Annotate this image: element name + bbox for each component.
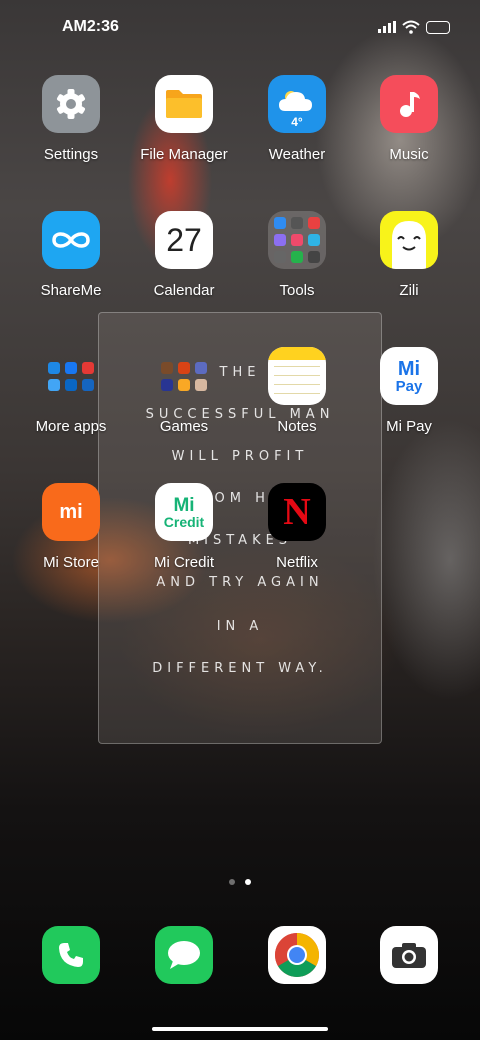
folder-games[interactable]: Games — [129, 347, 239, 435]
netflix-icon: N — [268, 483, 326, 541]
infinity-icon — [42, 211, 100, 269]
app-label: Mi Store — [43, 554, 99, 571]
folder-preview-icon — [268, 211, 326, 269]
page-dot[interactable] — [229, 879, 235, 885]
app-label: Calendar — [153, 282, 215, 299]
camera-icon — [380, 926, 438, 984]
app-label: Notes — [277, 418, 317, 435]
netflix-logo: N — [283, 491, 311, 533]
dock-chrome[interactable] — [242, 926, 352, 984]
cloud-icon: 4° — [268, 75, 326, 133]
quote-line: IN A — [216, 619, 264, 634]
mi-pay-logo-top: Mi — [397, 357, 421, 380]
app-zili[interactable]: Zili — [354, 211, 464, 299]
mi-logo: mi — [59, 500, 83, 523]
app-label: Weather — [268, 146, 326, 163]
quote-line: DIFFERENT WAY. — [152, 661, 328, 676]
mi-credit-logo-top: Mi — [173, 494, 195, 516]
app-label: File Manager — [140, 146, 228, 163]
wifi-icon — [402, 20, 420, 34]
folder-icon — [155, 75, 213, 133]
app-weather[interactable]: 4° Weather — [242, 75, 352, 163]
home-gesture-bar[interactable] — [152, 1027, 328, 1031]
weather-temperature: 4° — [291, 115, 303, 129]
app-settings[interactable]: Settings — [16, 75, 126, 163]
app-label: Netflix — [276, 554, 318, 571]
calendar-day: 27 — [166, 221, 202, 258]
app-netflix[interactable]: N Netflix — [242, 483, 352, 571]
folder-more-apps[interactable]: More apps — [16, 347, 126, 435]
app-label: ShareMe — [40, 282, 102, 299]
mi-credit-icon: Mi Credit — [155, 483, 213, 541]
app-mi-store[interactable]: mi Mi Store — [16, 483, 126, 571]
app-file-manager[interactable]: File Manager — [129, 75, 239, 163]
dock-messages[interactable] — [129, 926, 239, 984]
app-label: Tools — [279, 282, 315, 299]
app-music[interactable]: Music — [354, 75, 464, 163]
settings-icon — [42, 75, 100, 133]
folder-tools[interactable]: Tools — [242, 211, 352, 299]
app-label: Games — [159, 418, 209, 435]
app-mi-credit[interactable]: Mi Credit Mi Credit — [129, 483, 239, 571]
app-label: Zili — [399, 282, 419, 299]
quote-line: AND TRY AGAIN — [156, 575, 324, 590]
app-label: More apps — [35, 418, 107, 435]
mi-pay-icon: Mi Pay — [380, 347, 438, 405]
chrome-icon — [268, 926, 326, 984]
music-note-icon — [380, 75, 438, 133]
mi-store-icon: mi — [42, 483, 100, 541]
chat-bubble-icon — [155, 926, 213, 984]
dock-phone[interactable] — [16, 926, 126, 984]
dock-camera[interactable] — [354, 926, 464, 984]
status-icons — [378, 20, 450, 34]
signal-icon — [378, 21, 396, 33]
app-label: Music — [389, 146, 429, 163]
page-indicator — [229, 879, 251, 885]
folder-preview-icon — [155, 347, 213, 405]
mi-pay-logo-bottom: Pay — [395, 377, 423, 395]
app-shareme[interactable]: ShareMe — [16, 211, 126, 299]
app-calendar[interactable]: 27 Calendar — [129, 211, 239, 299]
phone-icon — [42, 926, 100, 984]
notes-icon — [268, 347, 326, 405]
folder-preview-icon — [42, 347, 100, 405]
page-dot-active[interactable] — [245, 879, 251, 885]
app-label: Mi Pay — [386, 418, 432, 435]
app-label: Mi Credit — [153, 554, 214, 571]
app-notes[interactable]: Notes — [242, 347, 352, 435]
calendar-icon: 27 — [155, 211, 213, 269]
status-bar: AM2:36 — [0, 14, 480, 42]
battery-icon — [426, 20, 450, 34]
smiley-face-icon — [380, 211, 438, 269]
mi-credit-logo-bottom: Credit — [163, 513, 205, 530]
app-label: Settings — [43, 146, 99, 163]
clock: AM2:36 — [62, 18, 119, 35]
quote-line: WILL PROFIT — [171, 449, 309, 464]
app-mi-pay[interactable]: Mi Pay Mi Pay — [354, 347, 464, 435]
